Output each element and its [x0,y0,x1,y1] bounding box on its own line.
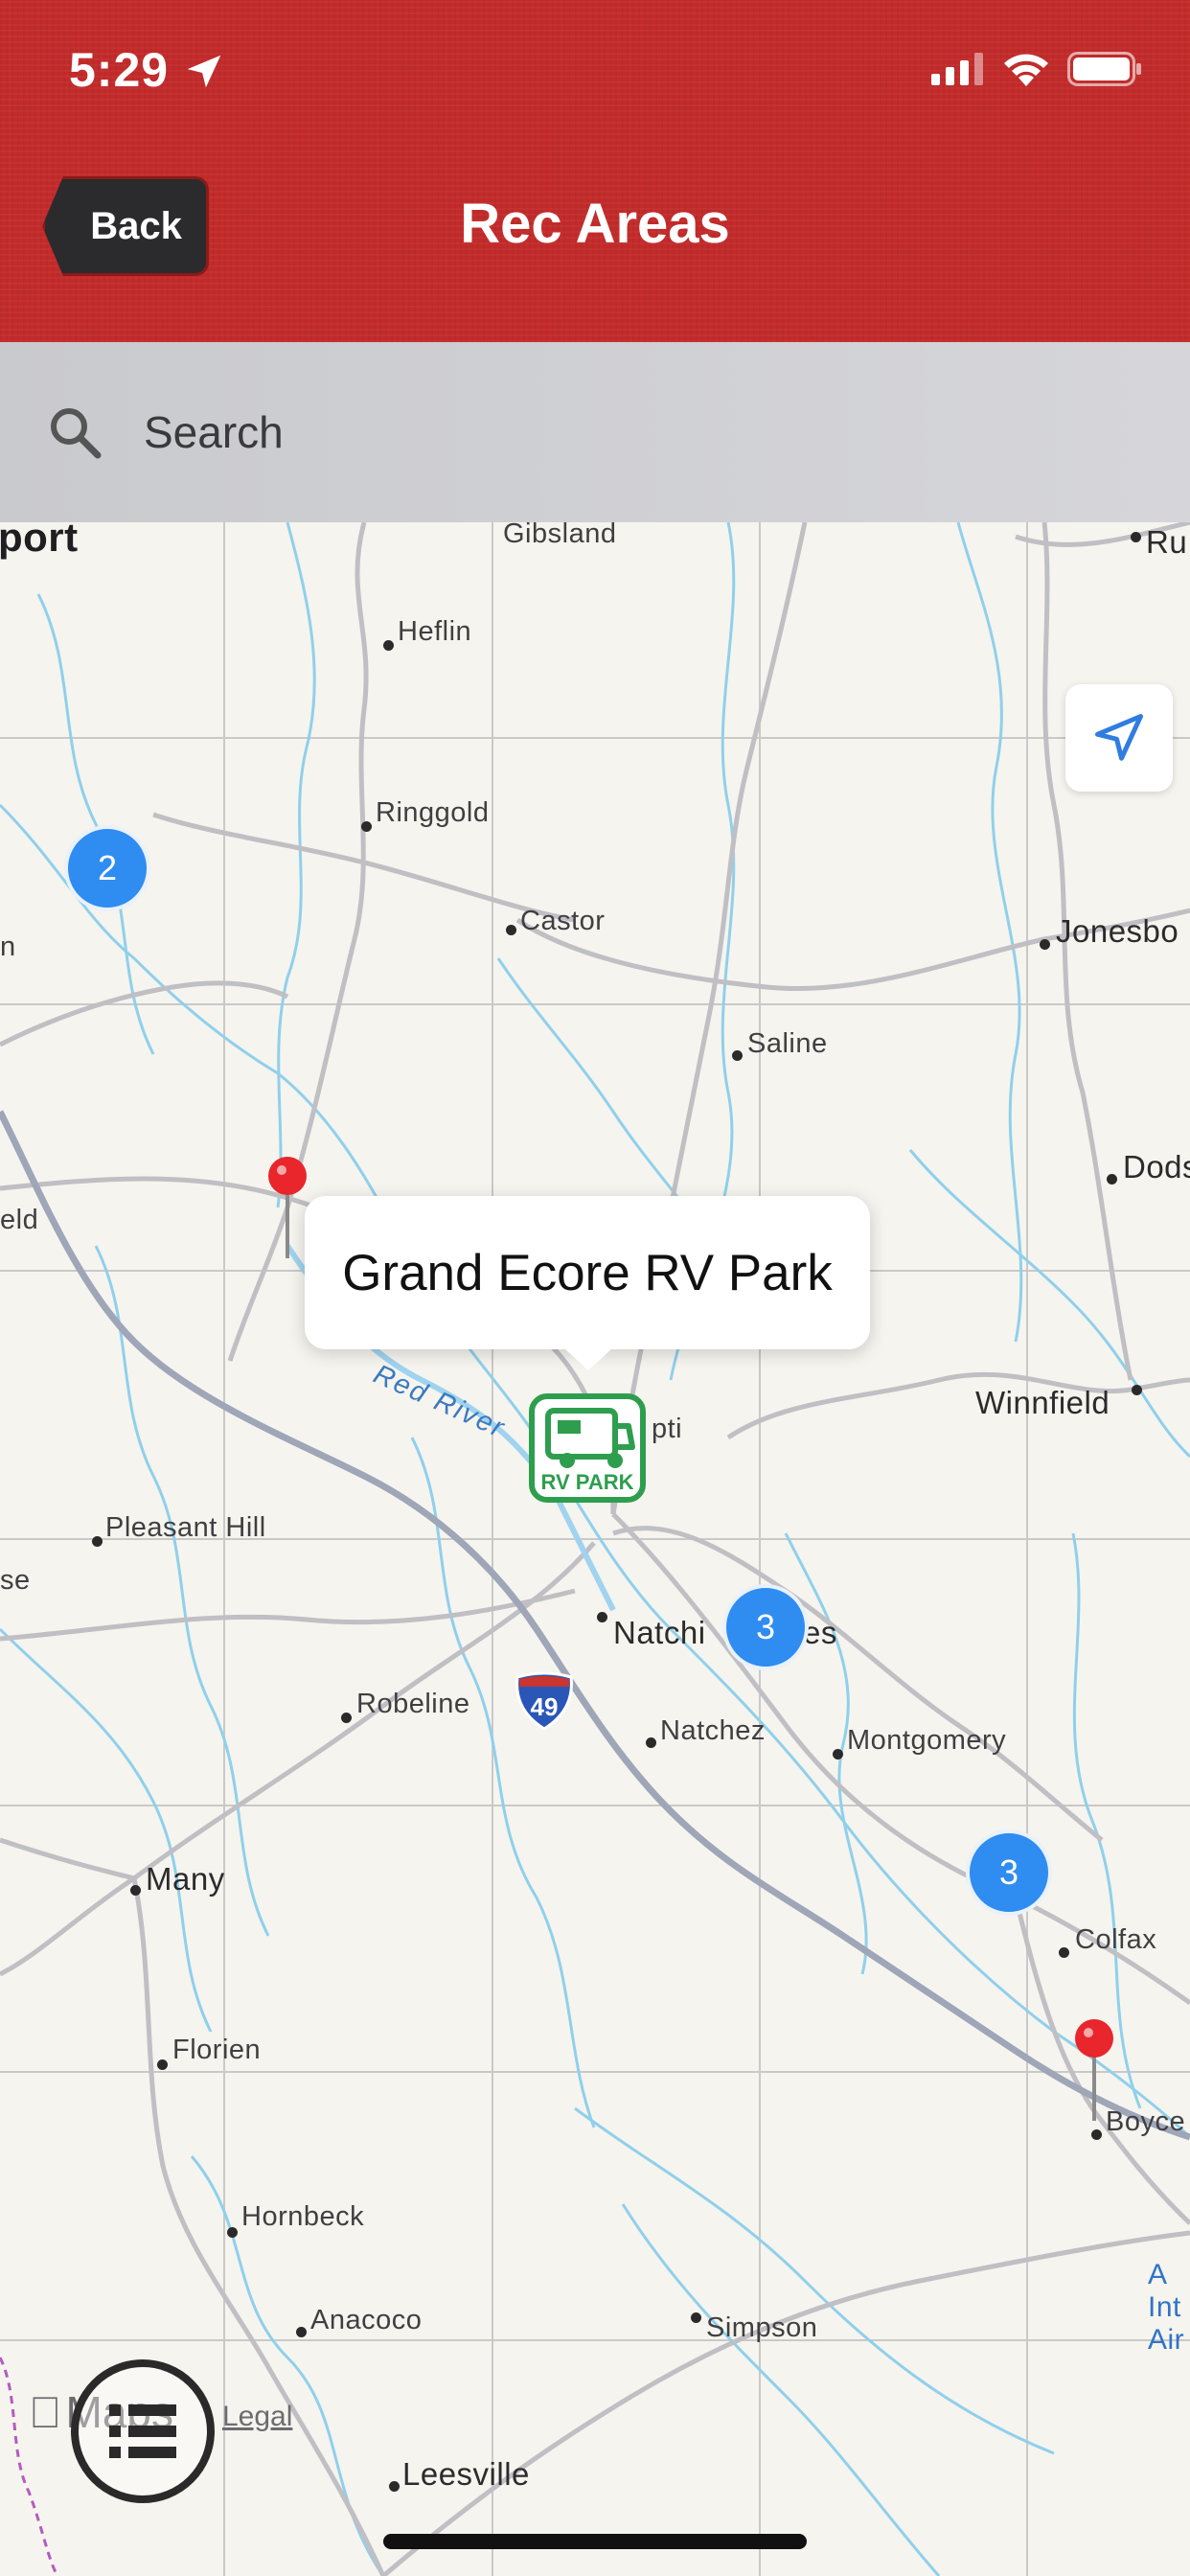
place-label: Many [146,1861,225,1897]
place-dot [92,1536,103,1547]
place-label: Natchez [660,1715,766,1746]
place-dot [361,821,372,832]
place-label: port [0,522,79,560]
cluster-marker[interactable]: 3 [722,1584,809,1670]
place-dot [130,1885,141,1896]
place-label: A Int Air [1148,2259,1185,2356]
map-view[interactable]: port Gibsland Ru Heflin Ringgold n Casto… [0,522,1190,2576]
place-dot [833,1749,843,1760]
place-label: Ringgold [376,797,490,828]
place-label: Anacoco [310,2305,423,2335]
place-dot [1107,1174,1117,1184]
place-label: Colfax [1075,1924,1157,1955]
location-arrow-icon [1095,714,1143,761]
battery-icon [1067,52,1141,86]
place-label: n [0,932,16,962]
place-label: Hornbeck [241,2201,365,2232]
place-label: Florien [172,2035,262,2065]
apple-logo-icon:  [29,2386,62,2438]
place-dot [1059,1947,1069,1958]
wifi-icon [1004,54,1048,86]
rv-park-marker-icon[interactable]: RV PARK [529,1393,646,1503]
home-indicator[interactable] [383,2534,807,2549]
page-title: Rec Areas [460,193,730,255]
nav-header: 5:29 Back Rec Areas [0,0,1190,342]
interstate-shield-icon: 49 [515,1671,573,1731]
search-icon [51,408,102,459]
list-icon [109,2404,176,2458]
place-dot [1131,532,1141,542]
place-label: Gibsland [503,522,617,549]
place-label: Saline [747,1028,828,1059]
place-label: Natchi [613,1615,706,1650]
place-dot [383,640,394,651]
place-label: Castor [520,906,606,936]
cluster-marker[interactable]: 3 [966,1829,1052,1916]
place-dot [157,2059,168,2070]
status-icons [931,52,1142,86]
place-dot [389,2481,400,2492]
place-label: pti [652,1414,683,1444]
place-label: se [0,1565,31,1596]
place-dot [646,1737,656,1748]
place-dot [732,1050,743,1061]
place-label: Leesville [402,2456,530,2492]
search-input[interactable] [144,392,1102,472]
place-label: Dods [1123,1149,1190,1184]
locate-me-button[interactable] [1065,684,1173,792]
place-label: Boyce [1106,2106,1186,2137]
list-view-button[interactable] [71,2359,215,2503]
callout-title: Grand Ecore RV Park [342,1244,833,1301]
map-pin-icon[interactable] [264,1155,310,1260]
cellular-signal-icon [931,53,983,85]
place-label: Simpson [706,2312,818,2343]
map-base-layer [0,522,1190,2576]
place-dot [341,1713,352,1723]
place-label: Heflin [398,616,472,647]
cluster-marker[interactable]: 2 [64,825,150,911]
place-label: Pleasant Hill [105,1512,266,1543]
place-dot [691,2312,701,2323]
place-dot [1091,2129,1102,2140]
rv-park-label: RV PARK [541,1470,634,1494]
place-label: Robeline [356,1689,470,1719]
map-callout[interactable]: Grand Ecore RV Park [305,1196,870,1370]
place-dot [1040,939,1050,950]
place-dot [506,925,516,935]
place-label: eld [0,1205,39,1235]
search-bar [0,342,1190,522]
place-label: Montgomery [847,1725,1007,1756]
place-dot [296,2327,307,2337]
status-time: 5:29 [69,43,170,97]
location-arrow-icon [187,55,221,88]
place-label: Ru [1146,524,1188,560]
place-label: Winnfield [975,1385,1110,1420]
place-label: Jonesbo [1056,913,1179,949]
place-dot [1132,1385,1142,1395]
legal-link[interactable]: Legal [222,2401,292,2433]
place-dot [227,2227,238,2238]
interstate-number: 49 [531,1692,559,1721]
place-dot [597,1612,607,1622]
map-pin-icon[interactable] [1071,2017,1117,2123]
